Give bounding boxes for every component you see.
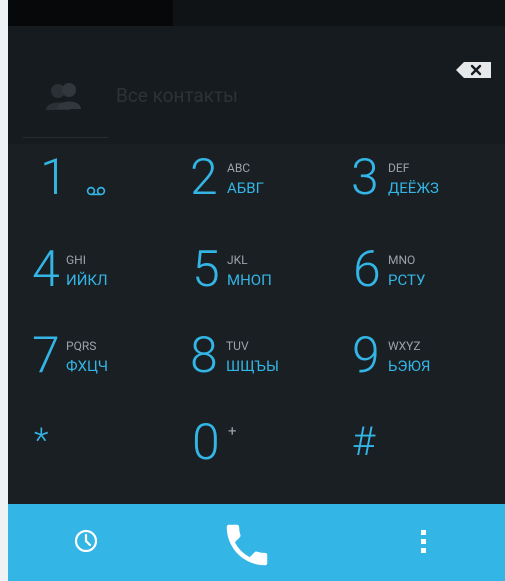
key-digit: 5 — [192, 241, 220, 299]
dialer-screen: Все контакты 1 2 ABC АБВГ 3 DEF ДЕЁЖЗ 4 … — [8, 0, 505, 581]
key-latin-letters: ABC — [227, 161, 251, 175]
key-latin-letters: DEF — [388, 161, 410, 175]
key-1[interactable]: 1 — [40, 153, 190, 238]
key-3[interactable]: 3 DEF ДЕЁЖЗ — [351, 153, 501, 238]
key-cyrillic-letters: ДЕЁЖЗ — [388, 179, 439, 197]
key-cyrillic-letters: ФХЦЧ — [66, 357, 109, 375]
key-hash[interactable]: # — [352, 418, 502, 503]
voicemail-icon — [86, 186, 106, 196]
key-cyrillic-letters: РСТУ — [388, 271, 426, 289]
key-digit: 0 — [192, 414, 220, 472]
key-6[interactable]: 6 MNO РСТУ — [353, 245, 503, 330]
key-8[interactable]: 8 TUV ШЩЪЫ — [190, 331, 340, 416]
key-cyrillic-letters: ШЩЪЫ — [226, 357, 279, 375]
phone-icon — [226, 524, 268, 566]
key-digit: # — [352, 418, 376, 465]
key-latin-letters: TUV — [226, 339, 249, 353]
key-latin-letters: MNO — [388, 253, 416, 267]
key-5[interactable]: 5 JKL МНОП — [192, 245, 342, 330]
key-star[interactable]: * — [34, 418, 184, 503]
status-area — [8, 0, 505, 26]
key-digit: 7 — [32, 327, 60, 385]
key-2[interactable]: 2 ABC АБВГ — [190, 153, 340, 238]
key-latin-letters: PQRS — [66, 339, 97, 353]
key-digit: 3 — [351, 149, 379, 207]
key-digit: 9 — [352, 327, 380, 385]
key-cyrillic-letters: МНОП — [227, 271, 272, 289]
contacts-icon — [44, 80, 84, 114]
key-cyrillic-letters: ИЙКЛ — [66, 271, 108, 289]
key-cyrillic-letters: ЬЭЮЯ — [388, 357, 431, 375]
action-bar — [8, 504, 505, 581]
key-digit: 6 — [353, 241, 381, 299]
key-latin-letters: GHI — [66, 253, 86, 267]
overflow-menu-button[interactable] — [411, 526, 435, 558]
history-icon — [74, 529, 98, 553]
call-history-button[interactable] — [72, 527, 100, 555]
key-0[interactable]: 0 + — [192, 418, 342, 503]
key-digit: 4 — [32, 241, 60, 299]
status-shade — [8, 0, 173, 26]
overflow-menu-icon — [421, 530, 426, 553]
key-cyrillic-letters: АБВГ — [227, 179, 264, 197]
contacts-divider — [23, 137, 108, 138]
key-plus: + — [228, 422, 237, 440]
call-button[interactable] — [220, 518, 274, 572]
key-digit: 1 — [40, 149, 68, 207]
all-contacts-label: Все контакты — [116, 84, 238, 107]
key-digit: 2 — [190, 149, 218, 207]
key-digit: 8 — [190, 327, 218, 385]
key-latin-letters: WXYZ — [388, 339, 421, 353]
key-7[interactable]: 7 PQRS ФХЦЧ — [32, 331, 182, 416]
key-9[interactable]: 9 WXYZ ЬЭЮЯ — [352, 331, 502, 416]
key-digit: * — [34, 421, 49, 461]
key-latin-letters: JKL — [227, 253, 248, 267]
key-4[interactable]: 4 GHI ИЙКЛ — [32, 245, 182, 330]
